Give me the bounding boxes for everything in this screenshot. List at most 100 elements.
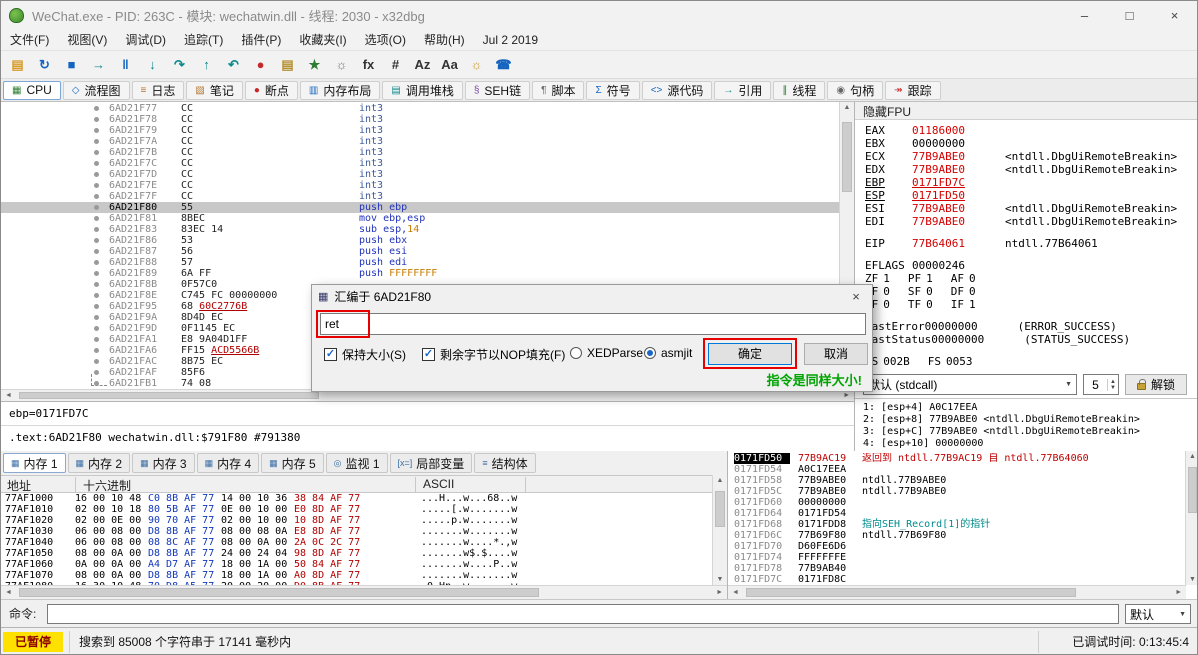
disasm-row[interactable]: 6AD21F8756push esi [1,246,839,257]
tab-references[interactable]: →引用 [714,81,771,100]
open-file-button[interactable]: ▤ [5,53,30,77]
register-row-ebx[interactable]: EBX00000000 [865,137,1198,150]
help-phone-button[interactable]: ☎ [491,53,516,77]
breakpoint-dot-icon[interactable] [94,216,99,221]
menu-favourites[interactable]: 收藏夹(I) [290,28,355,51]
run-to-return-button[interactable]: ↑ [194,53,219,77]
scrollbar-thumb[interactable] [746,588,1076,597]
scroll-up-arrow-icon[interactable]: ▲ [713,477,727,484]
tab-handles[interactable]: ◉句柄 [827,81,883,100]
menu-trace[interactable]: 追踪(T) [175,28,232,51]
flag-value[interactable]: 002B [883,355,910,368]
dump-row[interactable]: 77AF103006 00 08 00D8 8B AF 7708 00 08 0… [1,526,712,537]
memory-dump-pane[interactable]: 77AF100016 00 10 48C0 8B AF 7714 00 10 3… [1,493,712,585]
spin-down-icon[interactable]: ▼ [1110,385,1116,391]
breakpoint-dot-icon[interactable] [94,271,99,276]
breakpoint-dot-icon[interactable] [94,260,99,265]
stack-row[interactable]: 0171FD54A0C17EEA [728,464,1186,475]
tab-breakpoints[interactable]: ●断点 [245,81,298,100]
stack-row[interactable]: 0171FD7877B9AB40 [728,563,1186,574]
breakpoint-dot-icon[interactable] [94,326,99,331]
tab-memory-1[interactable]: ▦内存 1 [3,453,66,473]
scrollbar-thumb[interactable] [19,588,539,597]
step-over-button[interactable]: ↷ [167,53,192,77]
register-row-eip[interactable]: EIP77B64061ntdll.77B64061 [865,237,1198,250]
scrollbar-thumb[interactable] [842,122,852,192]
register-value[interactable]: 77B9ABE0 [912,150,965,163]
flag-value[interactable]: 1 [926,272,933,285]
vertical-scrollbar[interactable]: ▲▼ [1185,451,1198,585]
unlock-button[interactable]: 解锁 [1125,374,1187,395]
register-value[interactable]: 77B9ABE0 [912,202,965,215]
breakpoint-dot-icon[interactable] [94,117,99,122]
disasm-row[interactable]: 6AD21F79CCint3 [1,125,839,136]
menu-file[interactable]: 文件(F) [1,28,58,51]
dump-row[interactable]: 77AF107008 00 0A 00D8 8B AF 7718 00 1A 0… [1,570,712,581]
hide-fpu-button[interactable]: 隐藏FPU [855,102,1198,120]
tab-symbols[interactable]: Σ符号 [586,81,639,100]
register-row-eax[interactable]: EAX01186000 [865,124,1198,137]
register-value[interactable]: 77B9ABE0 [912,215,965,228]
flag-value[interactable]: 1 [883,272,890,285]
close-button[interactable]: × [1152,1,1197,29]
stack-row[interactable]: 0171FD640171FD54 [728,508,1186,519]
flag-value[interactable]: 0 [969,285,976,298]
stack-row[interactable]: 0171FD5877B9ABE0ntdll.77B9ABE0 [728,475,1186,486]
step-back-button[interactable]: ↶ [221,53,246,77]
tab-script[interactable]: ¶脚本 [532,81,584,100]
breakpoint-dot-icon[interactable] [94,359,99,364]
register-row-ebp[interactable]: EBP0171FD7C [865,176,1198,189]
asmjit-radio[interactable]: asmjit [644,346,692,360]
register-row-laststatus[interactable]: LastStatus00000000(STATUS_SUCCESS) [865,333,1198,346]
keep-size-checkbox[interactable]: ✓ 保持大小(S) [324,346,406,363]
scroll-up-arrow-icon[interactable]: ▲ [840,104,854,111]
calculator-fx-button[interactable]: fx [356,53,381,77]
breakpoint-dot-icon[interactable] [94,150,99,155]
stack-row[interactable]: 0171FD70D60FE6D6 [728,541,1186,552]
breakpoint-dot-icon[interactable] [94,238,99,243]
register-row-eflags[interactable]: EFLAGS00000246 [865,259,1198,272]
stack-row[interactable]: 0171FD74FFFFFFFE [728,552,1186,563]
register-value[interactable]: 77B9ABE0 [912,163,965,176]
tab-memory-2[interactable]: ▦内存 2 [68,453,131,473]
breakpoint-dot-icon[interactable] [94,161,99,166]
stack-row[interactable]: 0171FD680171FDD8指向SEH_Record[1]的指针 [728,519,1186,530]
scroll-right-arrow-icon[interactable]: ► [1175,586,1182,599]
breakpoint-button[interactable]: ● [248,53,273,77]
tab-memory-4[interactable]: ▦内存 4 [197,453,260,473]
flag-value[interactable]: 0 [926,285,933,298]
minimize-button[interactable]: – [1062,1,1107,29]
run-button[interactable]: → [86,53,111,77]
register-row-esp[interactable]: ESP0171FD50 [865,189,1198,202]
stop-button[interactable]: ■ [59,53,84,77]
register-row-lasterror[interactable]: LastError00000000(ERROR_SUCCESS) [865,320,1198,333]
breakpoint-dot-icon[interactable] [94,370,99,375]
assemble-instruction-input[interactable] [320,313,866,335]
breakpoint-dot-icon[interactable] [94,381,99,386]
font-az-button[interactable]: Az [410,53,435,77]
tab-cpu[interactable]: ▦CPU [3,81,61,100]
tab-seh[interactable]: §SEH链 [465,81,530,100]
stack-pane[interactable]: 0171FD5077B9AC19返回到 ntdll.77B9AC19 自 ntd… [727,451,1198,599]
scroll-left-arrow-icon[interactable]: ◄ [5,586,12,599]
xedparse-radio[interactable]: XEDPar​se [570,346,643,360]
calling-convention-select[interactable]: 默认 (stdcall) ▼ [863,374,1077,395]
restart-button[interactable]: ↻ [32,53,57,77]
command-mode-select[interactable]: 默认 ▼ [1125,604,1191,624]
hash-button[interactable]: # [383,53,408,77]
menu-build-date[interactable]: Jul 2 2019 [474,30,547,50]
menu-view[interactable]: 视图(V) [58,28,116,51]
scrollbar-thumb[interactable] [19,392,319,399]
disasm-row[interactable]: 6AD21F8857push edi [1,257,839,268]
dialog-title-bar[interactable]: ▦ 汇编于 6AD21F80 × [312,285,872,307]
scroll-left-arrow-icon[interactable]: ◄ [5,390,12,401]
vertical-scrollbar[interactable]: ▲▼ [712,475,727,585]
scroll-left-arrow-icon[interactable]: ◄ [732,586,739,599]
tab-memory-3[interactable]: ▦内存 3 [132,453,195,473]
case-aa-button[interactable]: Aa [437,53,462,77]
menu-help[interactable]: 帮助(H) [415,28,474,51]
argument-count-stepper[interactable]: 5 ▲▼ [1083,374,1119,395]
flag-value[interactable]: 0 [926,298,933,311]
stack-row[interactable]: 0171FD6000000000 [728,497,1186,508]
settings-gears-button[interactable]: ☼ [329,53,354,77]
